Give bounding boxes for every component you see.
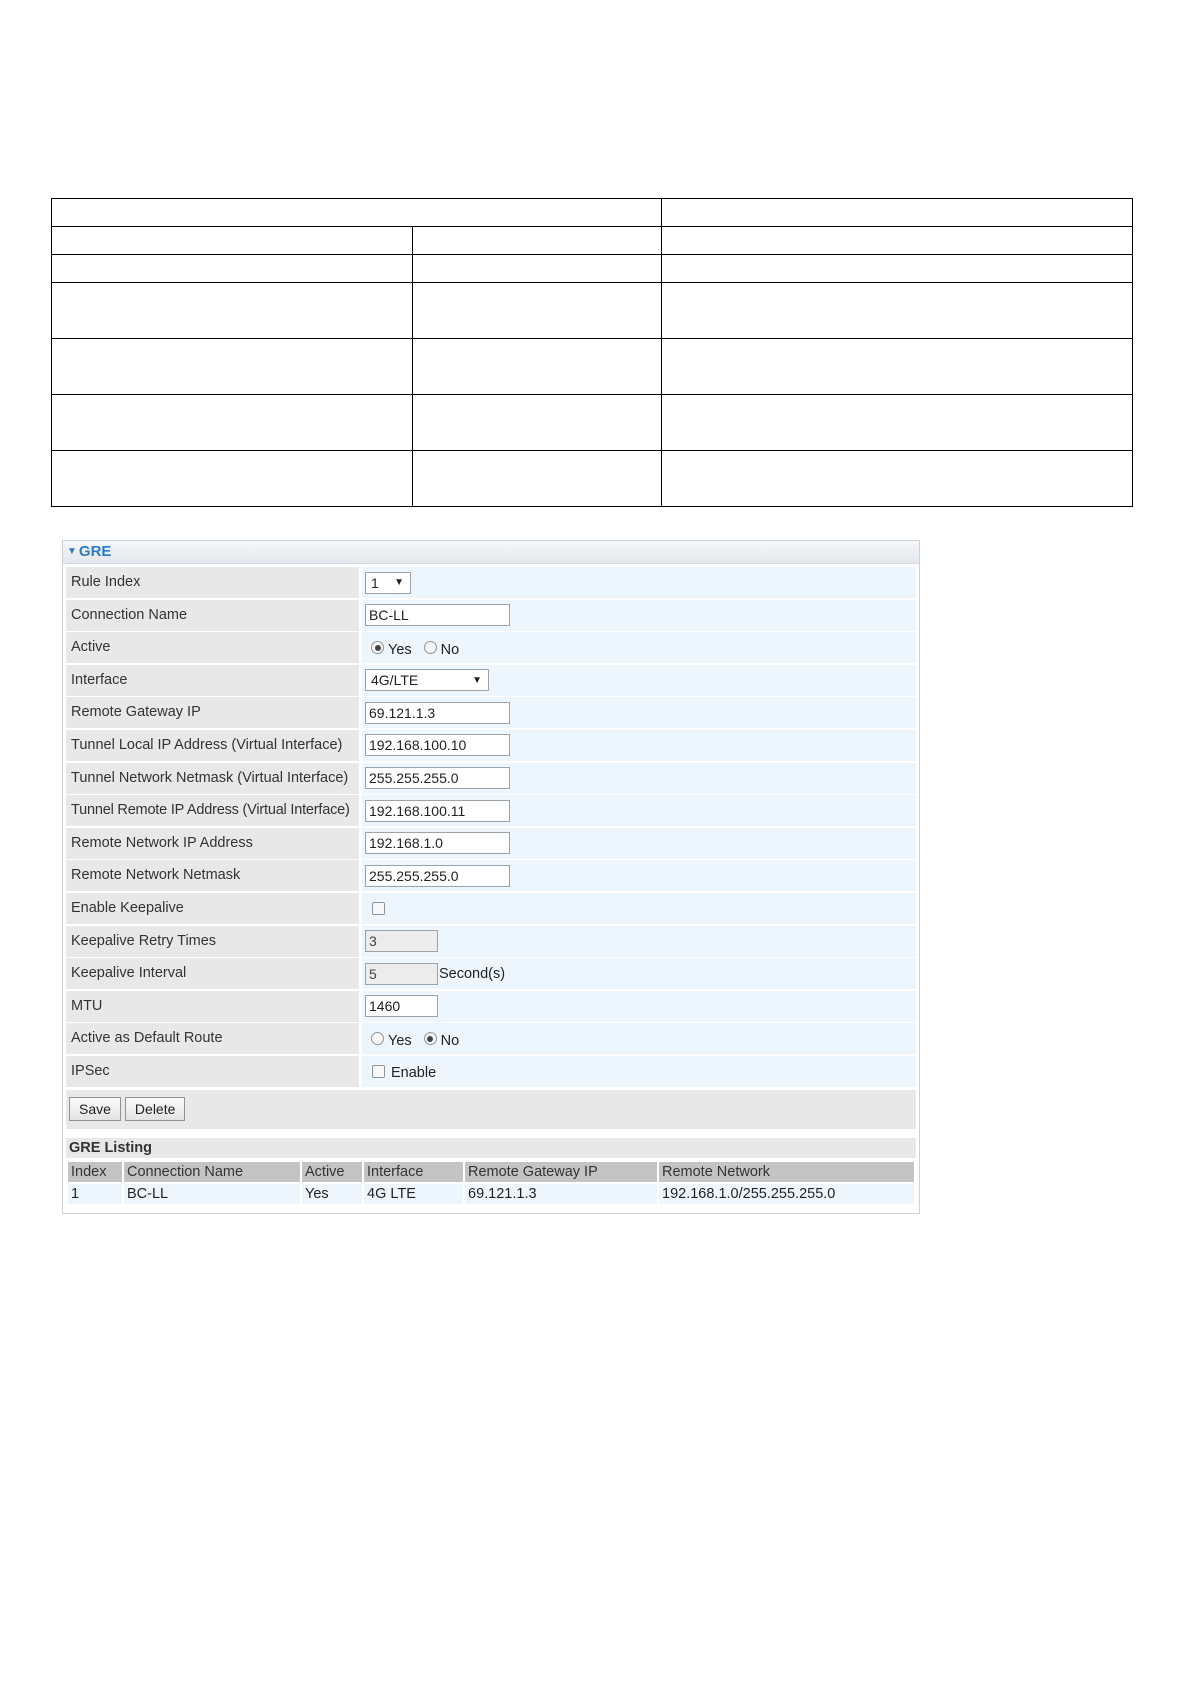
rule-index-value: 1 (371, 574, 379, 591)
default-route-no-label: No (440, 1032, 460, 1049)
enable-keepalive-label: Enable Keepalive (66, 892, 362, 924)
dropdown-arrow-icon: ▼ (472, 674, 482, 686)
row-ipsec: IPSec Enable (66, 1055, 916, 1087)
row-tunnel-remote-ip: Tunnel Remote IP Address (Virtual Interf… (66, 795, 916, 827)
tunnel-netmask-label: Tunnel Network Netmask (Virtual Interfac… (66, 762, 362, 794)
table-row (51, 254, 1133, 283)
row-default-route: Active as Default Route Yes No (66, 1023, 916, 1055)
tunnel-netmask-input[interactable] (365, 767, 510, 790)
row-interface: Interface 4G/LTE ▼ (66, 664, 916, 696)
default-route-no-radio[interactable] (423, 1032, 437, 1046)
active-yes-radio[interactable] (371, 641, 384, 655)
ipsec-enable-checkbox[interactable] (372, 1064, 385, 1078)
document-table (51, 198, 1133, 507)
col-index-header: Index (68, 1161, 122, 1182)
table-row (51, 198, 1133, 227)
col-interface-header: Interface (364, 1161, 463, 1182)
keepalive-retry-label: Keepalive Retry Times (66, 925, 362, 957)
keepalive-retry-input[interactable] (365, 930, 438, 953)
remote-gateway-ip-label: Remote Gateway IP (66, 697, 362, 729)
row-rule-index: Rule Index 1 ▼ (66, 567, 916, 598)
remote-network-netmask-label: Remote Network Netmask (66, 860, 362, 892)
table-row (51, 394, 1133, 451)
tunnel-remote-ip-input[interactable] (365, 799, 510, 822)
gre-listing-title: GRE Listing (66, 1137, 916, 1158)
enable-keepalive-checkbox[interactable] (372, 901, 385, 915)
row-tunnel-local-ip: Tunnel Local IP Address (Virtual Interfa… (66, 729, 916, 761)
keepalive-interval-label: Keepalive Interval (66, 958, 362, 990)
remote-gateway-ip-input[interactable] (365, 701, 510, 724)
gre-listing-table: Index Connection Name Active Interface R… (66, 1160, 916, 1206)
tunnel-remote-ip-label: Tunnel Remote IP Address (Virtual Interf… (66, 795, 362, 827)
gre-panel: ▼GRE Rule Index 1 ▼ Connection Name Acti… (62, 540, 920, 1214)
mtu-label: MTU (66, 990, 362, 1022)
collapse-triangle-icon[interactable]: ▼ (67, 546, 77, 557)
interface-label: Interface (66, 664, 362, 696)
keepalive-interval-input[interactable] (365, 962, 438, 985)
row-remote-network-ip: Remote Network IP Address (66, 827, 916, 859)
table-row[interactable]: 1 BC-LL Yes 4G LTE 69.121.1.3 192.168.1.… (68, 1183, 914, 1204)
col-remote-network-header: Remote Network (659, 1161, 914, 1182)
row-keepalive-retry: Keepalive Retry Times (66, 925, 916, 957)
row-keepalive-interval: Keepalive Interval Second(s) (66, 958, 916, 990)
ipsec-enable-label: Enable (391, 1065, 437, 1082)
dropdown-arrow-icon: ▼ (394, 577, 404, 588)
button-bar: Save Delete (66, 1089, 916, 1129)
remote-network-ip-label: Remote Network IP Address (66, 827, 362, 859)
active-label: Active (66, 632, 362, 664)
tunnel-local-ip-label: Tunnel Local IP Address (Virtual Interfa… (66, 729, 362, 761)
row-mtu: MTU (66, 990, 916, 1022)
rule-index-select[interactable]: 1 ▼ (365, 571, 411, 594)
row-remote-gateway-ip: Remote Gateway IP (66, 697, 916, 729)
ipsec-label: IPSec (66, 1055, 362, 1087)
row-active: Active Yes No (66, 632, 916, 664)
cell-remote-network: 192.168.1.0/255.255.255.0 (659, 1183, 914, 1204)
rule-index-label: Rule Index (66, 567, 362, 598)
row-connection-name: Connection Name (66, 599, 916, 631)
table-row (51, 226, 1133, 255)
interface-value: 4G/LTE (371, 672, 419, 689)
panel-title: GRE (78, 543, 112, 560)
table-row (51, 338, 1133, 395)
row-tunnel-netmask: Tunnel Network Netmask (Virtual Interfac… (66, 762, 916, 794)
cell-active: Yes (302, 1183, 362, 1204)
col-active-header: Active (302, 1161, 362, 1182)
active-yes-label: Yes (388, 641, 412, 658)
default-route-label: Active as Default Route (66, 1023, 362, 1055)
cell-connection-name: BC-LL (124, 1183, 300, 1204)
col-remote-gateway-ip-header: Remote Gateway IP (465, 1161, 657, 1182)
active-no-label: No (440, 641, 460, 658)
row-remote-network-netmask: Remote Network Netmask (66, 860, 916, 892)
tunnel-local-ip-input[interactable] (365, 734, 510, 757)
keepalive-interval-unit: Second(s) (439, 965, 506, 982)
save-button[interactable]: Save (69, 1097, 121, 1122)
mtu-input[interactable] (365, 995, 438, 1018)
cell-remote-gateway-ip: 69.121.1.3 (465, 1183, 657, 1204)
active-no-radio[interactable] (423, 641, 437, 655)
connection-name-input[interactable] (365, 604, 510, 627)
default-route-yes-radio[interactable] (371, 1032, 384, 1046)
remote-network-netmask-input[interactable] (365, 864, 510, 887)
table-row (51, 450, 1133, 507)
cell-index: 1 (68, 1183, 122, 1204)
cell-interface: 4G LTE (364, 1183, 463, 1204)
panel-header[interactable]: ▼ GRE (63, 541, 919, 564)
listing-header-row: Index Connection Name Active Interface R… (68, 1161, 914, 1182)
table-row (51, 282, 1133, 339)
interface-select[interactable]: 4G/LTE ▼ (365, 669, 489, 692)
remote-network-ip-input[interactable] (365, 832, 510, 855)
connection-name-label: Connection Name (66, 599, 362, 631)
default-route-yes-label: Yes (388, 1032, 412, 1049)
row-enable-keepalive: Enable Keepalive (66, 892, 916, 924)
col-connection-name-header: Connection Name (124, 1161, 300, 1182)
delete-button[interactable]: Delete (124, 1097, 186, 1122)
